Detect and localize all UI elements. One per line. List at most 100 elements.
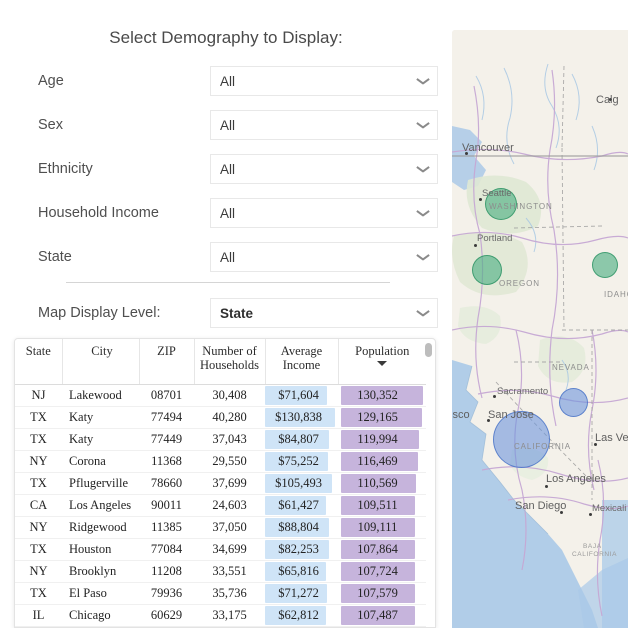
column-header-population-label: Population xyxy=(355,344,410,358)
column-header-population[interactable]: Population xyxy=(338,339,426,385)
table-scrollbar[interactable] xyxy=(425,343,432,621)
map-city-dot xyxy=(479,198,482,201)
table-row[interactable]: TX El Paso 79936 35,736 $71,272 107,579 xyxy=(15,582,426,605)
select-ethnicity[interactable]: All xyxy=(210,154,438,184)
table-row[interactable]: TX Pflugerville 78660 37,699 $105,493 110,569 xyxy=(15,472,426,495)
table-scrollbar-thumb[interactable] xyxy=(425,343,432,357)
column-header-zip[interactable]: ZIP xyxy=(139,339,195,385)
table-row[interactable]: TX Houston 77084 34,699 $82,253 107,864 xyxy=(15,538,426,561)
chevron-down-icon xyxy=(417,122,429,129)
cell-population: 107,487 xyxy=(338,604,426,627)
select-household-income[interactable]: All xyxy=(210,198,438,228)
column-header-average-income[interactable]: Average Income xyxy=(265,339,339,385)
table-row[interactable]: TX Katy 77494 40,280 $130,838 129,165 xyxy=(15,406,426,429)
cell-city: Corona xyxy=(62,450,139,473)
sort-descending-icon[interactable] xyxy=(377,361,388,366)
cell-households: 30,408 xyxy=(194,384,265,407)
column-header-state[interactable]: State xyxy=(15,339,63,385)
cell-zip: 60629 xyxy=(139,604,194,627)
select-state[interactable]: All xyxy=(210,242,438,272)
table-row[interactable]: NY Brooklyn 11208 33,551 $65,816 107,724 xyxy=(15,560,426,583)
cell-state: TX xyxy=(15,428,62,451)
population-value: 107,864 xyxy=(357,541,398,556)
income-value: $84,807 xyxy=(278,431,319,446)
table-row[interactable]: NY Ridgewood 11385 37,050 $88,804 109,111 xyxy=(15,516,426,539)
table-body: NJ Lakewood 08701 30,408 $71,604 130,352 TX Kat… xyxy=(15,384,426,627)
cell-households: 35,736 xyxy=(194,582,265,605)
cell-households: 33,551 xyxy=(194,560,265,583)
cell-zip: 77449 xyxy=(139,428,194,451)
cell-average-income: $88,804 xyxy=(265,516,338,539)
cell-zip: 77084 xyxy=(139,538,194,561)
cell-average-income: $65,816 xyxy=(265,560,338,583)
map-panel[interactable]: Calg Vancouver Seattle WASHINGTON Portla… xyxy=(452,30,628,628)
map-bubble[interactable] xyxy=(559,388,588,417)
map-city-dot xyxy=(465,152,468,155)
cell-city: Katy xyxy=(62,428,139,451)
cell-zip: 11385 xyxy=(139,516,194,539)
cell-average-income: $84,807 xyxy=(265,428,338,451)
cell-city: Pflugerville xyxy=(62,472,139,495)
cell-average-income: $75,252 xyxy=(265,450,338,473)
cell-average-income: $82,253 xyxy=(265,538,338,561)
cell-population: 110,569 xyxy=(338,472,426,495)
cell-zip: 78660 xyxy=(139,472,194,495)
demography-table-card: State City ZIP Number of Households Aver… xyxy=(14,338,436,628)
cell-population: 107,864 xyxy=(338,538,426,561)
cell-households: 37,699 xyxy=(194,472,265,495)
map-bubble[interactable] xyxy=(592,252,618,278)
table-row[interactable]: TX Katy 77449 37,043 $84,807 119,994 xyxy=(15,428,426,451)
cell-population: 129,165 xyxy=(338,406,426,429)
cell-zip: 11368 xyxy=(139,450,194,473)
income-value: $61,427 xyxy=(278,497,319,512)
income-value: $65,816 xyxy=(278,563,319,578)
cell-state: NY xyxy=(15,450,62,473)
population-value: 129,165 xyxy=(357,409,398,424)
population-value: 119,994 xyxy=(357,431,398,446)
demography-table: State City ZIP Number of Households Aver… xyxy=(15,339,426,627)
cell-households: 37,043 xyxy=(194,428,265,451)
table-row[interactable]: IL Chicago 60629 33,175 $62,812 107,487 xyxy=(15,604,426,627)
cell-city: Brooklyn xyxy=(62,560,139,583)
label-ethnicity: Ethnicity xyxy=(38,161,93,177)
table-row[interactable]: NJ Lakewood 08701 30,408 $71,604 130,352 xyxy=(15,384,426,407)
select-sex[interactable]: All xyxy=(210,110,438,140)
table-header: State City ZIP Number of Households Aver… xyxy=(15,339,426,385)
population-value: 130,352 xyxy=(357,387,398,402)
cell-state: NY xyxy=(15,516,62,539)
cell-average-income: $62,812 xyxy=(265,604,338,627)
income-value: $88,804 xyxy=(278,519,319,534)
population-value: 107,579 xyxy=(357,585,398,600)
column-header-households[interactable]: Number of Households xyxy=(194,339,266,385)
demography-form-panel: Select Demography to Display: Age All Se… xyxy=(0,0,452,330)
map-bubble[interactable] xyxy=(485,188,517,220)
select-map-display-level[interactable]: State xyxy=(210,298,438,328)
table-header-row: State City ZIP Number of Households Aver… xyxy=(15,339,426,385)
page-title: Select Demography to Display: xyxy=(109,28,343,47)
population-value: 107,724 xyxy=(357,563,398,578)
chevron-down-icon xyxy=(417,166,429,173)
cell-average-income: $61,427 xyxy=(265,494,338,517)
cell-state: IL xyxy=(15,604,62,627)
cell-zip: 11208 xyxy=(139,560,194,583)
cell-city: El Paso xyxy=(62,582,139,605)
field-row-state: State All xyxy=(0,242,452,272)
cell-zip: 90011 xyxy=(139,494,194,517)
column-header-households-line1: Number of xyxy=(202,344,257,358)
income-value: $105,493 xyxy=(275,475,322,490)
field-row-sex: Sex All xyxy=(0,110,452,140)
map-city-dot xyxy=(594,443,597,446)
column-header-city[interactable]: City xyxy=(62,339,140,385)
population-value: 107,487 xyxy=(357,607,398,622)
select-age[interactable]: All xyxy=(210,66,438,96)
cell-population: 107,579 xyxy=(338,582,426,605)
map-bubble[interactable] xyxy=(472,255,502,285)
map-bubble[interactable] xyxy=(493,411,550,468)
chevron-down-icon xyxy=(417,210,429,217)
table-row[interactable]: NY Corona 11368 29,550 $75,252 116,469 xyxy=(15,450,426,473)
cell-households: 33,175 xyxy=(194,604,265,627)
label-sex: Sex xyxy=(38,117,63,133)
cell-zip: 77494 xyxy=(139,406,194,429)
table-row[interactable]: CA Los Angeles 90011 24,603 $61,427 109,511 xyxy=(15,494,426,517)
cell-state: CA xyxy=(15,494,62,517)
